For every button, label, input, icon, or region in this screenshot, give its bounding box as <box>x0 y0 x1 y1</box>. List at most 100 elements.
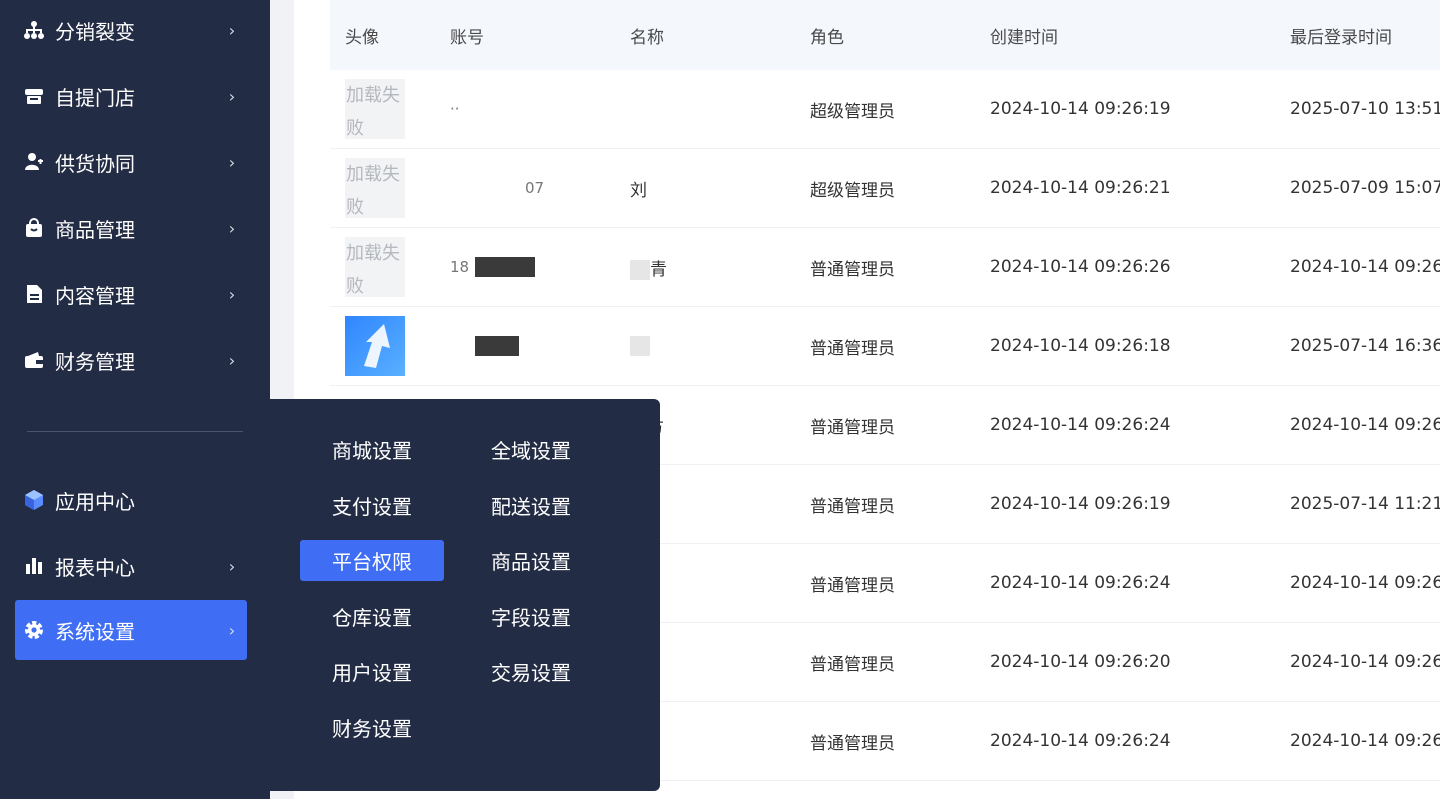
menu-item-trade-settings[interactable]: 交易设置 <box>459 651 603 692</box>
menu-item-field-settings[interactable]: 字段设置 <box>459 596 603 637</box>
store-icon <box>23 85 45 107</box>
account-cell: 07 <box>525 179 545 197</box>
role-cell: 普通管理员 <box>810 733 895 754</box>
header-role: 角色 <box>810 27 844 48</box>
sidebar-item-label: 商品管理 <box>55 217 135 242</box>
last-login-cell: 2025-07-10 13:51 <box>1290 99 1440 119</box>
last-login-cell: 2025-07-14 16:36 <box>1290 336 1440 356</box>
menu-item-user-settings[interactable]: 用户设置 <box>300 651 444 692</box>
network-icon <box>23 19 45 41</box>
sidebar-item-label: 自提门店 <box>55 85 135 110</box>
user-supply-icon <box>23 151 45 173</box>
role-cell: 超级管理员 <box>810 101 895 122</box>
redacted-mask <box>630 336 650 356</box>
created-cell: 2024-10-14 09:26:24 <box>990 731 1171 751</box>
header-name: 名称 <box>630 27 664 48</box>
redacted-mask <box>630 259 650 280</box>
chevron-right-icon: › <box>228 620 236 640</box>
menu-item-finance-settings[interactable]: 财务设置 <box>300 707 444 748</box>
name-cell: 青 <box>615 255 795 280</box>
last-login-cell: 2024-10-14 09:26 <box>1290 652 1440 672</box>
avatar: 加载失败 <box>345 237 405 297</box>
gear-icon <box>23 619 45 641</box>
menu-item-global-settings[interactable]: 全域设置 <box>459 429 603 470</box>
table-header: 头像 账号 名称 角色 创建时间 最后登录时间 <box>330 0 1440 70</box>
last-login-cell: 2024-10-14 09:26 <box>1290 257 1440 277</box>
sidebar-item-supply[interactable]: 供货协同 › <box>15 132 247 192</box>
wallet-icon <box>23 349 45 371</box>
shopping-bag-icon <box>23 217 45 239</box>
sidebar-item-system-settings[interactable]: 系统设置 › <box>15 600 247 660</box>
header-last-login: 最后登录时间 <box>1290 27 1392 48</box>
avatar <box>345 316 405 376</box>
chevron-right-icon: › <box>228 218 236 238</box>
sidebar-item-label: 应用中心 <box>55 489 135 514</box>
sidebar-item-label: 财务管理 <box>55 349 135 374</box>
created-cell: 2024-10-14 09:26:19 <box>990 494 1171 514</box>
sidebar-item-pickup-store[interactable]: 自提门店 › <box>15 66 247 126</box>
sidebar-item-label: 供货协同 <box>55 151 135 176</box>
menu-item-payment-settings[interactable]: 支付设置 <box>300 485 444 526</box>
system-settings-flyout: 商城设置 全域设置 支付设置 配送设置 平台权限 商品设置 仓库设置 字段设置 … <box>270 399 660 791</box>
chevron-right-icon: › <box>228 350 236 370</box>
sidebar-item-finance[interactable]: 财务管理 › <box>15 330 247 390</box>
created-cell: 2024-10-14 09:26:18 <box>990 336 1171 356</box>
table-row[interactable]: 加载失败 07 刘 超级管理员 2024-10-14 09:26:21 2025… <box>330 149 1440 228</box>
header-created: 创建时间 <box>990 27 1058 48</box>
last-login-cell: 2025-07-14 11:21 <box>1290 494 1440 514</box>
menu-item-mall-settings[interactable]: 商城设置 <box>300 429 444 470</box>
chevron-right-icon: › <box>228 284 236 304</box>
role-cell: 普通管理员 <box>810 575 895 596</box>
menu-item-warehouse-settings[interactable]: 仓库设置 <box>300 596 444 637</box>
sidebar-item-content[interactable]: 内容管理 › <box>15 264 247 324</box>
redacted-mask <box>474 257 535 277</box>
sidebar-item-label: 系统设置 <box>55 619 135 644</box>
sidebar-item-label: 报表中心 <box>55 555 135 580</box>
menu-item-delivery-settings[interactable]: 配送设置 <box>459 485 603 526</box>
menu-item-product-settings[interactable]: 商品设置 <box>459 540 603 581</box>
role-cell: 超级管理员 <box>810 180 895 201</box>
bar-chart-icon <box>23 555 45 577</box>
chevron-right-icon: › <box>228 556 236 576</box>
sidebar-divider <box>27 431 243 432</box>
arrow-up-icon <box>364 324 390 368</box>
created-cell: 2024-10-14 09:26:24 <box>990 415 1171 435</box>
name-cell <box>615 336 795 356</box>
account-cell: 18 <box>435 257 615 277</box>
created-cell: 2024-10-14 09:26:20 <box>990 652 1171 672</box>
created-cell: 2024-10-14 09:26:24 <box>990 573 1171 593</box>
sidebar: 分销裂变 › 自提门店 › 供货协同 › 商品管理 › 内容管理 › 财务管理 … <box>0 0 270 799</box>
table-row[interactable]: 加载失败 18 青 普通管理员 2024-10-14 09:26:26 2024… <box>330 228 1440 307</box>
last-login-cell: 2024-10-14 09:26 <box>1290 573 1440 593</box>
sidebar-item-products[interactable]: 商品管理 › <box>15 198 247 258</box>
redacted-mask <box>475 336 519 356</box>
avatar: 加载失败 <box>345 79 405 139</box>
role-cell: 普通管理员 <box>810 496 895 517</box>
name-cell: 刘 <box>630 180 647 201</box>
avatar: 加载失败 <box>345 158 405 218</box>
menu-item-platform-permissions[interactable]: 平台权限 <box>300 540 444 581</box>
header-avatar: 头像 <box>345 27 379 48</box>
cube-icon <box>23 489 45 511</box>
created-cell: 2024-10-14 09:26:26 <box>990 257 1171 277</box>
chevron-right-icon: › <box>228 20 236 40</box>
created-cell: 2024-10-14 09:26:21 <box>990 178 1171 198</box>
account-cell: ·· <box>450 100 460 118</box>
sidebar-item-reports[interactable]: 报表中心 › <box>15 536 247 596</box>
role-cell: 普通管理员 <box>810 654 895 675</box>
header-account: 账号 <box>450 27 484 48</box>
role-cell: 普通管理员 <box>810 259 895 280</box>
table-row[interactable]: 普通管理员 2024-10-14 09:26:18 2025-07-14 16:… <box>330 307 1440 386</box>
sidebar-item-distribution[interactable]: 分销裂变 › <box>15 0 247 60</box>
sidebar-item-app-center[interactable]: 应用中心 <box>15 470 247 530</box>
last-login-cell: 2024-10-14 09:26 <box>1290 415 1440 435</box>
role-cell: 普通管理员 <box>810 417 895 438</box>
sidebar-item-label: 分销裂变 <box>55 19 135 44</box>
last-login-cell: 2025-07-09 15:07 <box>1290 178 1440 198</box>
chevron-right-icon: › <box>228 152 236 172</box>
document-icon <box>23 283 45 305</box>
last-login-cell: 2024-10-14 09:26 <box>1290 731 1440 751</box>
created-cell: 2024-10-14 09:26:19 <box>990 99 1171 119</box>
account-cell <box>435 336 615 356</box>
table-row[interactable]: 加载失败 ·· 超级管理员 2024-10-14 09:26:19 2025-0… <box>330 70 1440 149</box>
